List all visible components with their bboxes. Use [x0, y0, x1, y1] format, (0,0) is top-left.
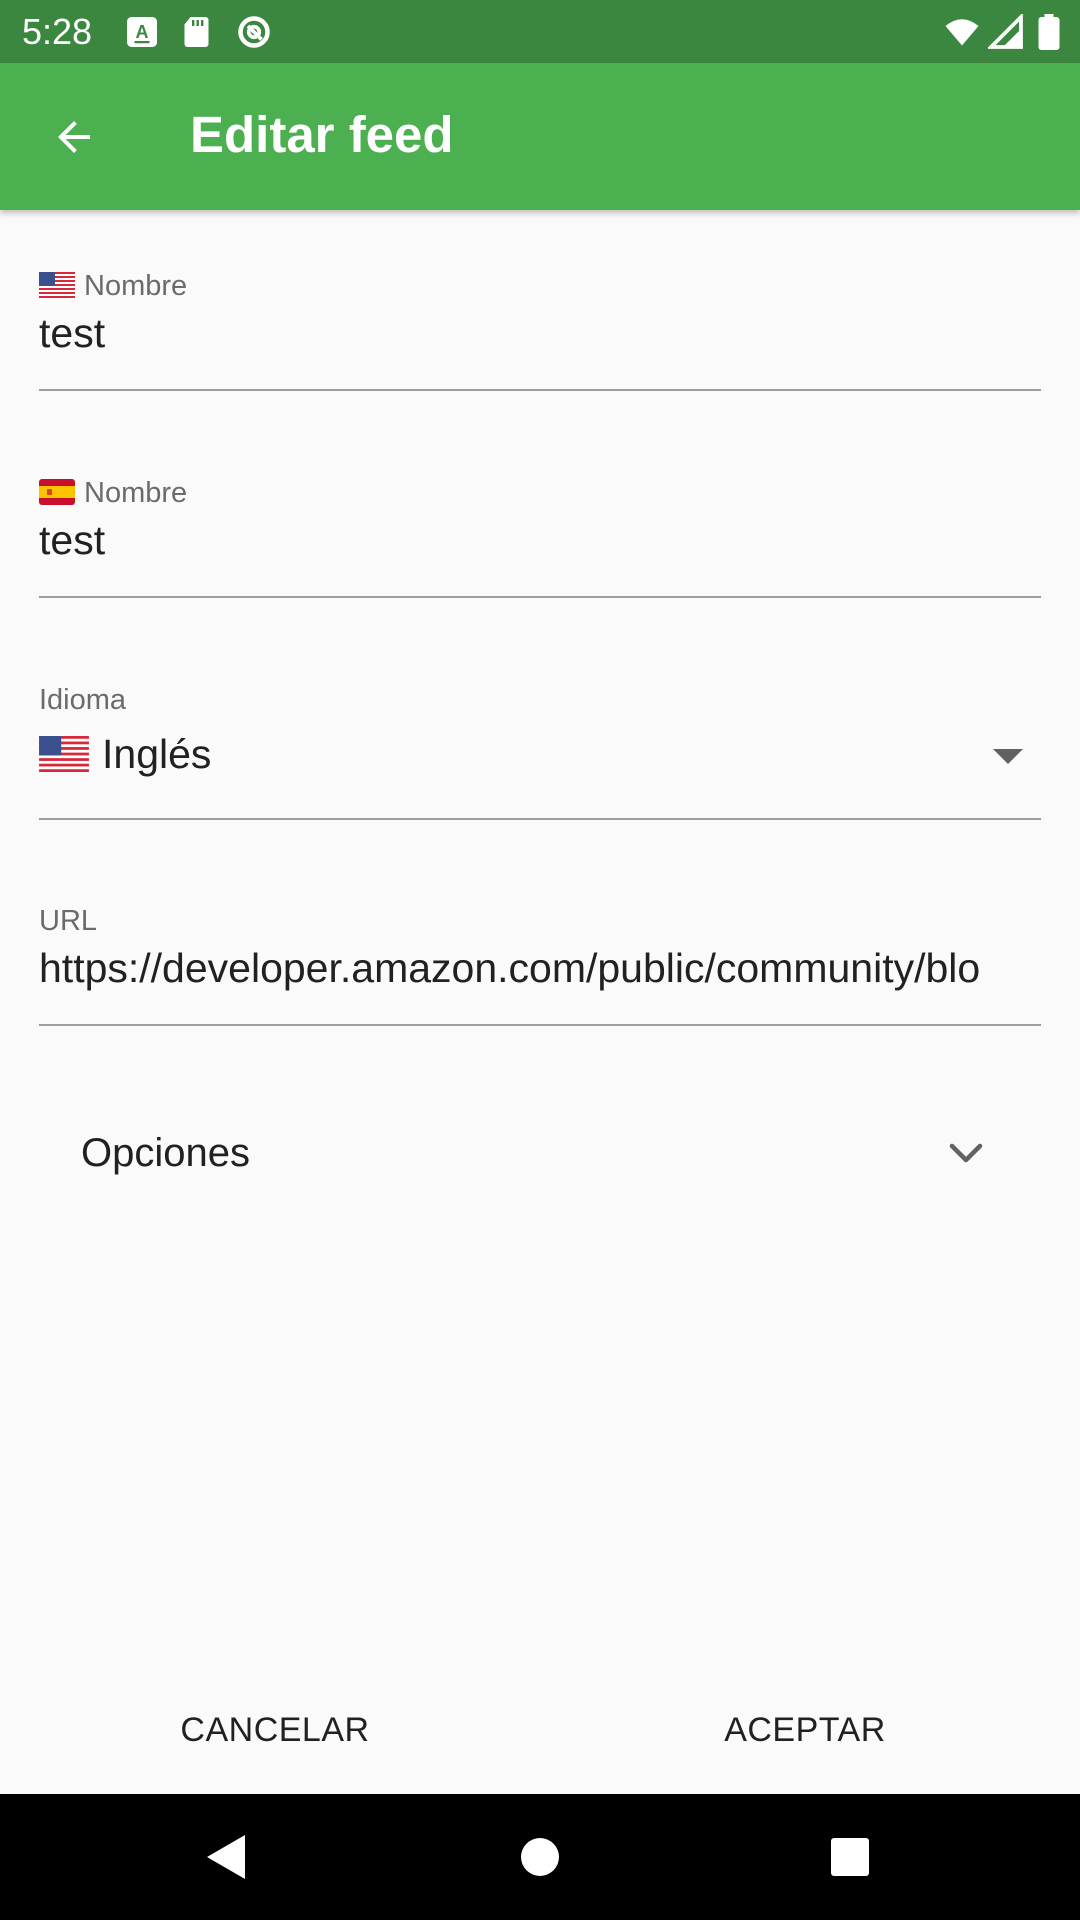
home-circle-icon — [521, 1838, 559, 1876]
nav-recents-button[interactable] — [815, 1822, 885, 1892]
url-input[interactable]: https://developer.amazon.com/public/comm… — [39, 943, 1041, 993]
name-es-underline — [39, 596, 1041, 598]
us-flag-icon — [39, 736, 89, 773]
cancel-button[interactable]: CANCELAR — [130, 1690, 420, 1770]
language-label: Idioma — [39, 684, 127, 716]
svg-text:A: A — [136, 22, 149, 42]
options-label: Opciones — [81, 1131, 250, 1175]
url-label: URL — [39, 905, 98, 937]
arrow-back-icon — [57, 120, 90, 153]
edit-feed-screen: 5:28 A Editar feed Nombre test Nombre te… — [0, 0, 1080, 1920]
at-sign-icon — [238, 16, 270, 48]
navigation-bar — [0, 1794, 1080, 1920]
name-en-input[interactable]: test — [39, 308, 1041, 358]
name-en-field[interactable]: Nombre test — [39, 265, 1041, 395]
battery-icon — [1038, 14, 1060, 50]
us-flag-icon — [39, 272, 75, 299]
back-button[interactable] — [36, 99, 111, 174]
back-triangle-icon — [207, 1835, 245, 1879]
name-en-underline — [39, 389, 1041, 391]
name-es-input[interactable]: test — [39, 515, 1041, 565]
name-es-label: Nombre — [39, 476, 187, 510]
chevron-down-icon — [949, 1143, 983, 1163]
app-bar: Editar feed — [0, 63, 1080, 210]
accept-button[interactable]: ACEPTAR — [660, 1690, 950, 1770]
dropdown-arrow-icon[interactable] — [993, 749, 1023, 765]
page-title: Editar feed — [190, 106, 454, 163]
name-es-label-text: Nombre — [84, 477, 188, 509]
signal-icon — [988, 14, 1023, 49]
name-es-field[interactable]: Nombre test — [39, 472, 1041, 602]
url-underline — [39, 1024, 1041, 1026]
language-underline — [39, 818, 1041, 820]
name-en-label-text: Nombre — [84, 270, 188, 302]
language-selected-value: Inglés — [39, 729, 1041, 779]
sd-card-icon — [184, 17, 209, 47]
name-en-label: Nombre — [39, 269, 187, 303]
recents-square-icon — [831, 1838, 869, 1876]
options-expander[interactable]: Opciones — [0, 1100, 1080, 1210]
url-field[interactable]: URL https://developer.amazon.com/public/… — [39, 900, 1041, 1030]
nav-back-button[interactable] — [190, 1822, 260, 1892]
language-value-text: Inglés — [102, 731, 212, 777]
status-bar: 5:28 A — [0, 0, 1080, 63]
status-time: 5:28 — [22, 11, 93, 52]
wifi-icon — [945, 19, 979, 46]
language-dropdown[interactable]: Idioma Inglés — [39, 679, 1041, 820]
es-flag-icon — [39, 479, 75, 506]
a-notification-icon: A — [127, 17, 157, 47]
nav-home-button[interactable] — [505, 1822, 575, 1892]
